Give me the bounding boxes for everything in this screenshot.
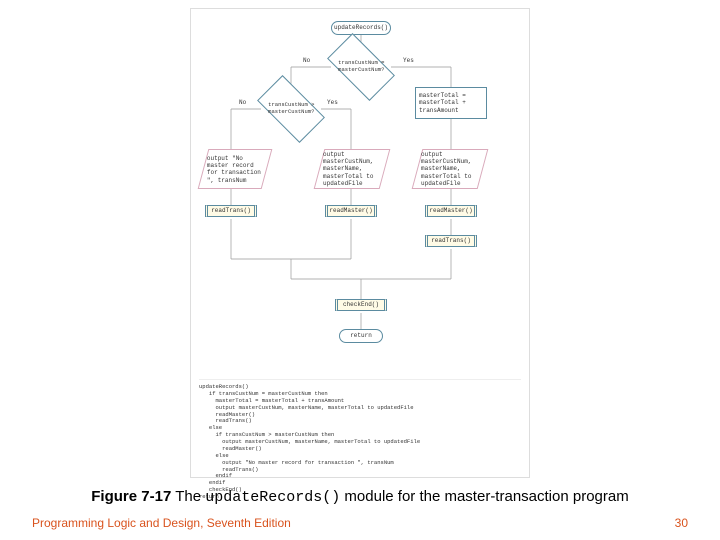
figure-caption: Figure 7-17 The updateRecords() module f… <box>0 488 720 506</box>
label-no-2: No <box>239 99 246 106</box>
label-no-1: No <box>303 57 310 64</box>
call-readtrans-right: readTrans() <box>425 235 477 247</box>
label-yes-1: Yes <box>403 57 414 64</box>
decision-greater: transCustNum > masterCustNum? <box>257 75 325 143</box>
io-no-master: output "No master record for transaction… <box>198 149 273 189</box>
call-readmaster-mid: readMaster() <box>325 205 377 217</box>
footer-book-title: Programming Logic and Design, Seventh Ed… <box>32 516 291 530</box>
process-mastertotal: masterTotal = masterTotal + transAmount <box>415 87 487 119</box>
call-readtrans-left: readTrans() <box>205 205 257 217</box>
pseudocode-block: updateRecords() if transCustNum = master… <box>199 379 521 501</box>
call-checkend: checkEnd() <box>335 299 387 311</box>
label-yes-2: Yes <box>327 99 338 106</box>
io-output-mid: output masterCustNum, masterName, master… <box>314 149 391 189</box>
figure-box: updateRecords() transCustNum = masterCus… <box>190 8 530 478</box>
flow-start: updateRecords() <box>331 21 391 35</box>
call-readmaster-right: readMaster() <box>425 205 477 217</box>
io-output-right: output masterCustNum, masterName, master… <box>412 149 489 189</box>
footer-page-number: 30 <box>675 516 688 530</box>
flow-return: return <box>339 329 383 343</box>
decision-equal: transCustNum = masterCustNum? <box>327 33 395 101</box>
